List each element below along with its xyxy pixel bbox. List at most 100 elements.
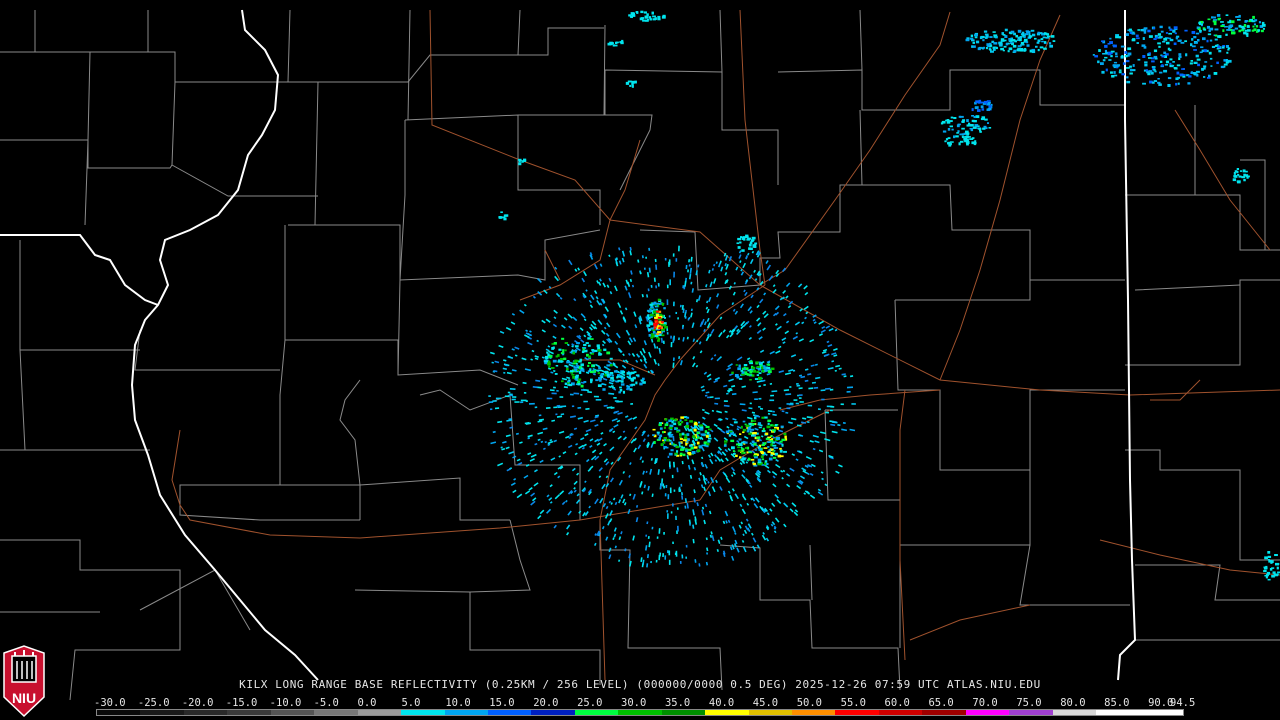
echo-cell [1197,39,1200,42]
echo-cell [966,119,969,123]
echo-cell [651,493,654,498]
echo-cell [648,328,652,331]
scale-label: 65.0 [928,697,954,709]
echo-cell [965,38,970,42]
echo-cell [765,432,769,436]
echo-cell [585,371,590,375]
echo-cell [1164,64,1169,66]
echo-cell [1267,559,1270,561]
echo-cell [749,379,752,381]
echo-cell [745,424,750,427]
echo-cell [1005,43,1009,46]
echo-cell [653,441,656,444]
echo-cell [608,500,612,504]
echo-cell [631,80,635,84]
echo-cell [767,410,773,413]
echo-cell [693,497,696,503]
echo-cell [501,447,506,451]
echo-cell [552,359,557,363]
echo-cell [1127,47,1132,51]
echo-cell [682,337,685,342]
echo-cell [1019,36,1022,39]
echo-cell [705,561,709,566]
echo-cell [566,360,571,364]
echo-cell [763,447,768,449]
echo-cell [1177,82,1180,85]
echo-cell [748,451,753,454]
echo-cell [730,474,734,477]
echo-cell [725,520,728,524]
echo-cell [1223,63,1228,66]
echo-cell [1167,77,1172,80]
echo-cell [566,367,569,371]
echo-cell [655,264,658,270]
echo-cell [1172,61,1175,63]
echo-cell [690,312,693,318]
echo-cell [562,353,565,356]
echo-cell [774,447,779,449]
echo-cell [780,425,784,428]
echo-cell [1124,54,1128,58]
echo-cell [566,343,570,347]
echo-cell [1189,62,1193,65]
echo-cell [692,509,695,516]
echo-cell [767,436,772,439]
echo-cell [713,354,717,357]
echo-cell [983,100,988,104]
echo-cell [953,135,956,139]
echo-cell [1037,49,1040,52]
echo-cell [572,375,576,379]
echo-cell [626,387,630,390]
echo-cell [788,421,793,424]
echo-cell [641,294,644,298]
echo-cell [575,376,579,379]
echo-cell [946,120,951,124]
echo-cell [603,326,607,330]
echo-cell [723,384,728,388]
echo-cell [592,367,596,371]
echo-cell [736,375,740,379]
echo-cell [800,375,806,379]
echo-cell [597,384,602,388]
echo-cell [999,43,1003,47]
echo-cell [620,380,624,383]
echo-cell [1234,175,1238,178]
echo-cell [739,260,742,264]
echo-cell [781,443,784,447]
echo-cell [1051,35,1055,38]
colorbar-segment [401,710,445,715]
echo-cell [610,502,613,505]
echo-cell [724,263,727,267]
echo-cell [563,386,568,389]
echo-cell [641,460,644,463]
echo-cell [732,452,736,455]
echo-cell [766,463,769,466]
echo-cell [1252,15,1255,19]
echo-cell [752,369,756,373]
echo-cell [1245,170,1248,173]
echo-cell [994,35,998,39]
echo-cell [626,372,630,375]
echo-cell [1163,51,1167,55]
echo-cell [979,36,983,40]
echo-cell [652,15,656,18]
echo-cell [1111,75,1115,78]
echo-cell [1276,563,1280,565]
echo-cell [618,559,621,562]
echo-cell [1148,57,1152,59]
echo-cell [608,385,612,388]
echo-cell [661,16,666,19]
echo-cell [652,331,656,334]
echo-cell [656,431,660,434]
echo-cell [621,370,625,374]
echo-cell [595,379,599,382]
echo-cell [1158,45,1161,48]
echo-cell [758,376,762,380]
echo-cell [547,353,550,357]
echo-cell [668,426,673,430]
echo-cell [696,431,700,435]
echo-cell [534,357,539,361]
echo-cell [645,316,648,319]
echo-cell [774,427,778,429]
echo-cell [654,334,659,338]
